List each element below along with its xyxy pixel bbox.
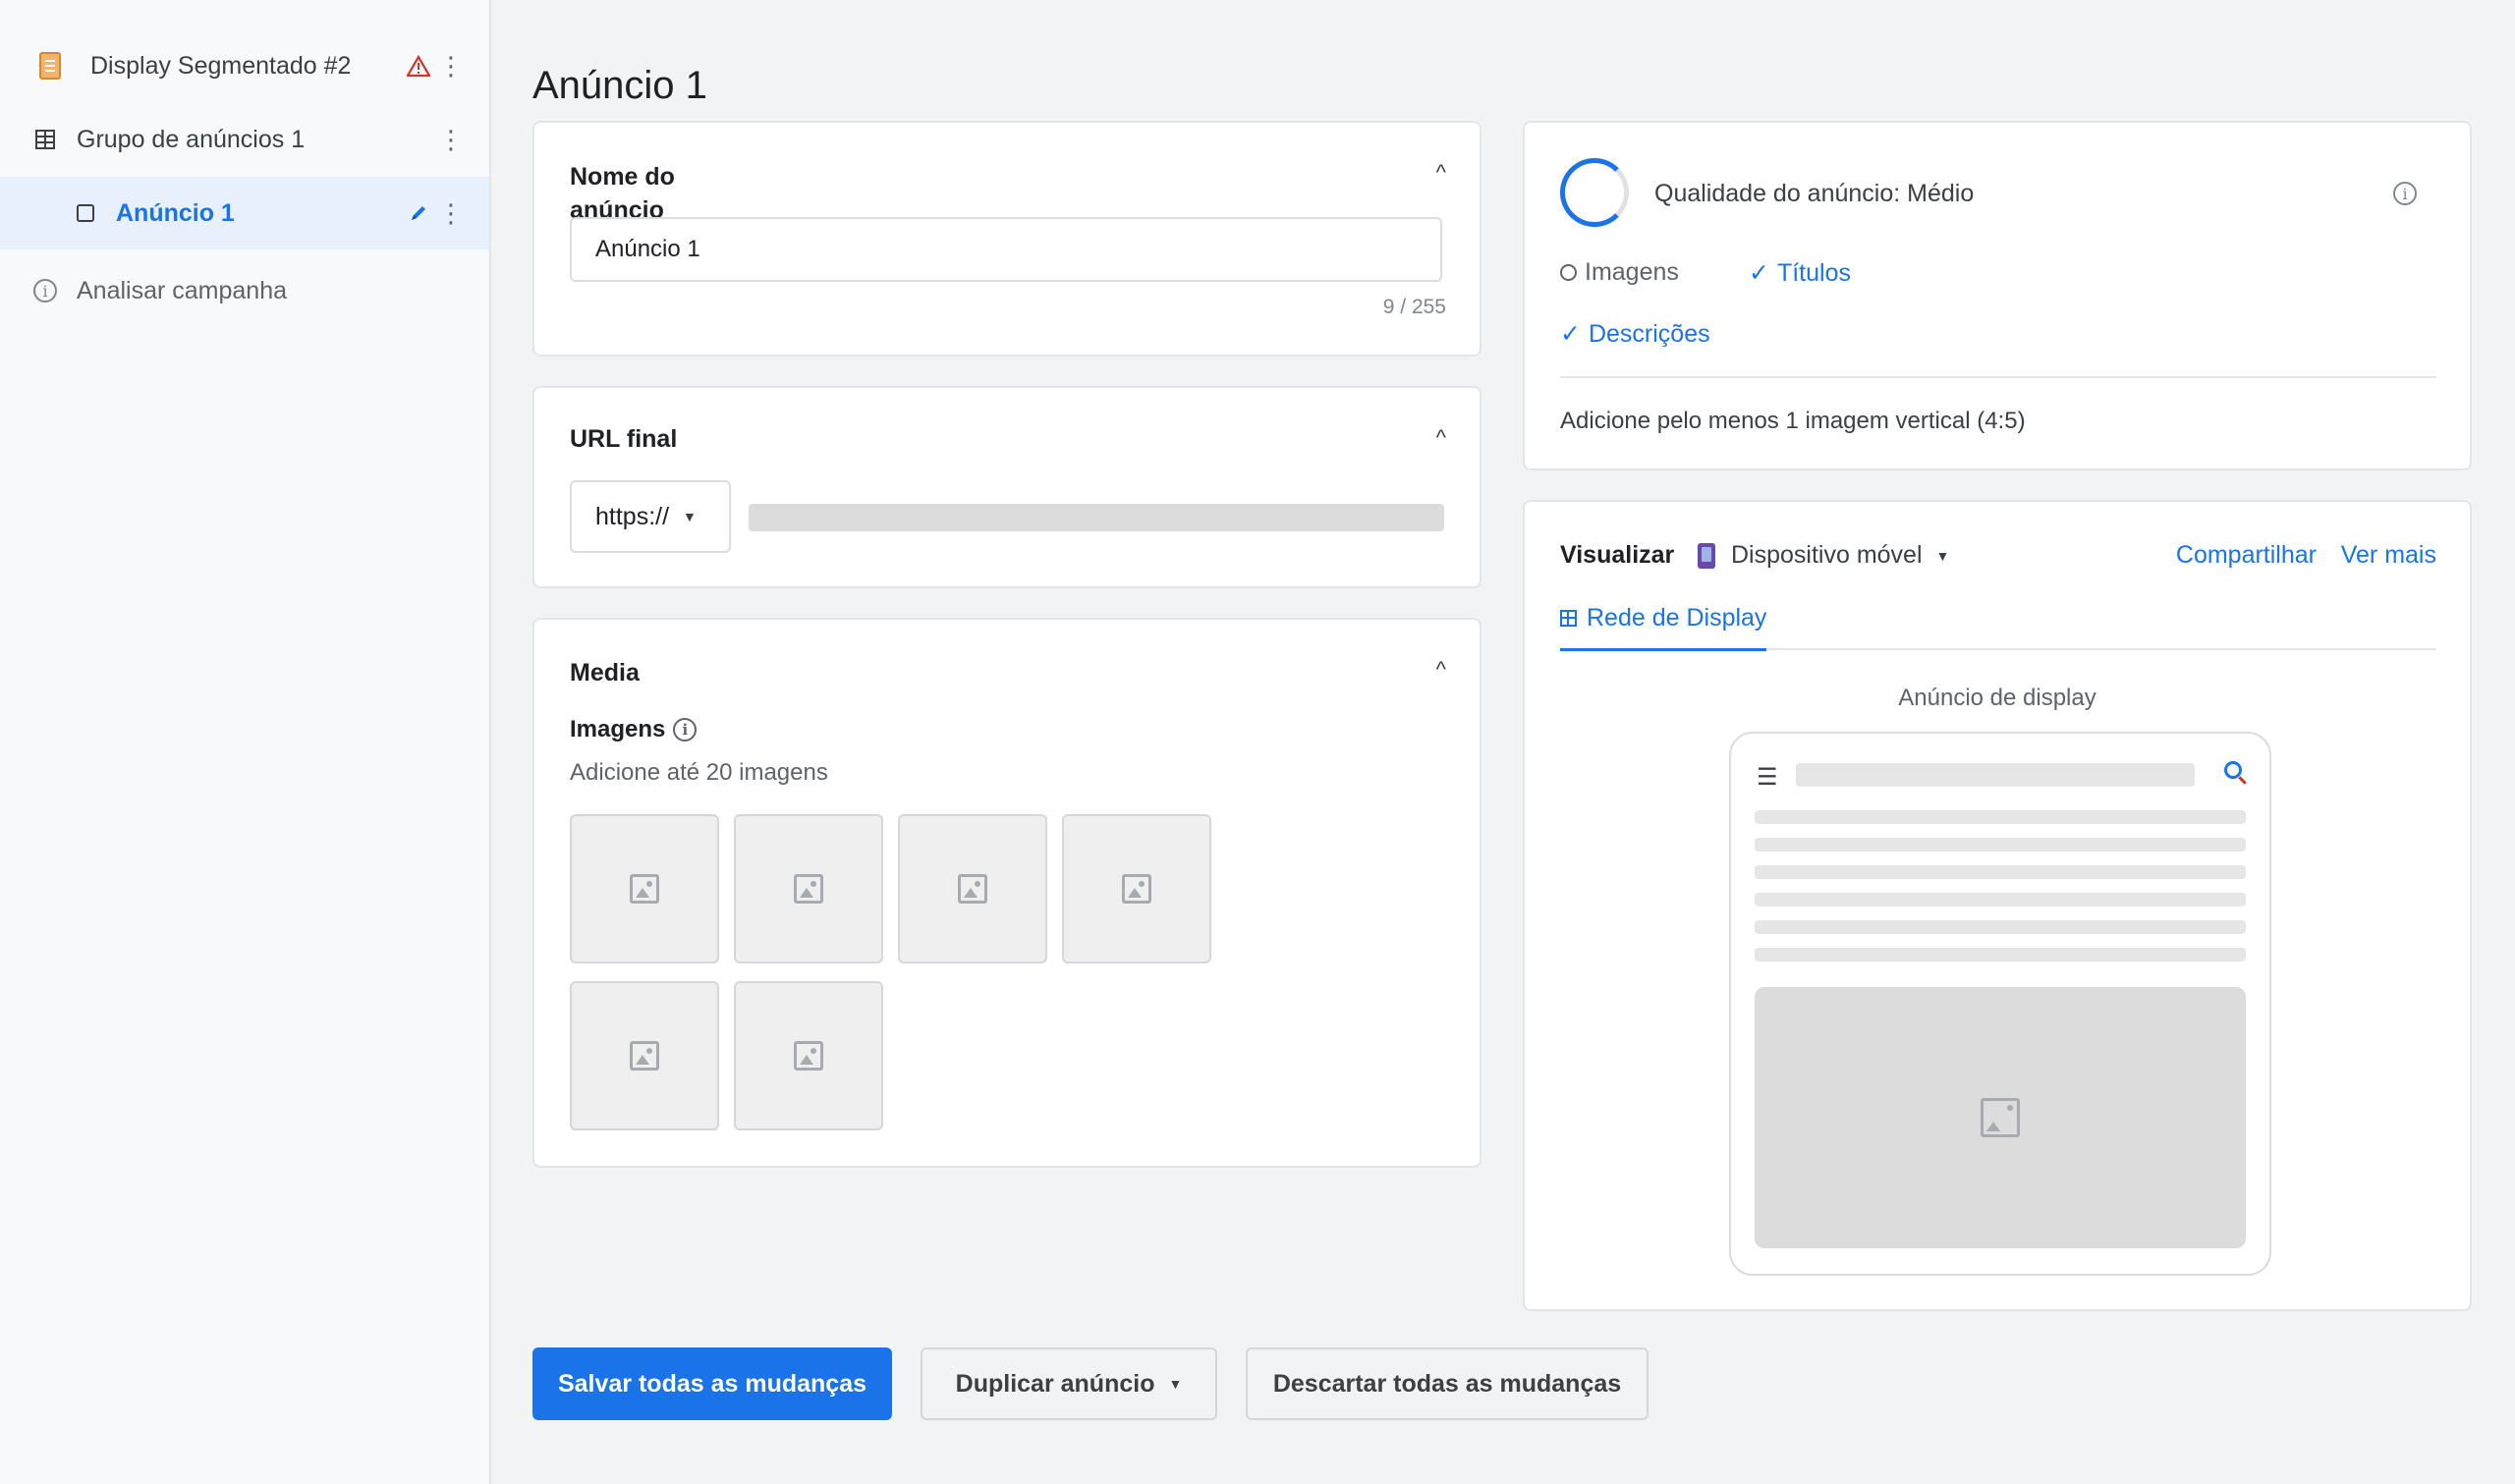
collapse-icon[interactable]: ^: [1436, 657, 1446, 683]
images-label-text: Imagens: [570, 716, 666, 742]
protocol-value: https://: [595, 502, 670, 530]
check-label: Imagens: [1585, 258, 1679, 286]
image-slot[interactable]: [734, 981, 883, 1130]
caret-down-icon: ▼: [1168, 1376, 1183, 1392]
image-placeholder-icon: [1981, 1098, 2020, 1137]
tab-display-network[interactable]: Rede de Display: [1560, 604, 1767, 651]
caret-down-icon: ▼: [683, 509, 697, 524]
hamburger-menu-icon: ☰: [1757, 764, 1778, 791]
images-hint: Adicione até 20 imagens: [570, 759, 828, 786]
tab-label: Rede de Display: [1587, 604, 1767, 632]
image-placeholder-icon: [794, 874, 823, 904]
quality-check-titles: ✓ Títulos: [1749, 258, 1851, 288]
final-url-card: URL final ^ https:// ▼: [532, 386, 1481, 588]
duplicate-ad-button[interactable]: Duplicar anúncio ▼: [921, 1347, 1217, 1420]
image-placeholder-icon: [958, 874, 987, 904]
quality-progress-ring: [1560, 158, 1629, 227]
checkmark-icon: ✓: [1560, 320, 1581, 348]
image-slot[interactable]: [1062, 814, 1211, 963]
mock-ad-image: [1755, 987, 2246, 1248]
check-label: Títulos: [1776, 258, 1851, 287]
preview-card: Visualizar Dispositivo móvel ▼ Compartil…: [1523, 500, 2472, 1311]
grid-icon: [1560, 610, 1577, 627]
device-select[interactable]: Dispositivo móvel ▼: [1698, 541, 1949, 570]
ad-name-input[interactable]: Anúncio 1: [570, 217, 1442, 282]
circle-icon: [1560, 264, 1577, 281]
notepad-icon: [39, 52, 61, 80]
sidebar-item-label: Analisar campanha: [77, 276, 288, 304]
preview-label: Visualizar: [1560, 541, 1675, 569]
image-placeholder-icon: [1122, 874, 1151, 904]
device-label: Dispositivo móvel: [1731, 541, 1923, 569]
image-placeholder-icon: [630, 1041, 659, 1071]
card-title: URL final: [570, 425, 678, 453]
phone-mockup: ☰: [1729, 732, 2271, 1276]
sidebar: Display Segmentado #2 ⋮ Grupo de anúncio…: [0, 0, 491, 1484]
share-link[interactable]: Compartilhar: [2176, 541, 2317, 570]
mock-text-line: [1755, 893, 2246, 907]
button-label: Duplicar anúncio: [955, 1369, 1155, 1398]
info-icon[interactable]: i: [2393, 182, 2417, 205]
mock-search-bar: [1796, 763, 2195, 787]
see-more-link[interactable]: Ver mais: [2341, 541, 2436, 570]
preview-caption: Anúncio de display: [1898, 685, 2096, 711]
square-icon: [77, 204, 94, 222]
grid-icon: [35, 130, 55, 149]
quality-title: Qualidade do anúncio: Médio: [1654, 180, 1975, 207]
mobile-phone-icon: [1698, 542, 1715, 569]
info-icon[interactable]: i: [673, 718, 698, 742]
images-label: Imagens i: [570, 716, 698, 743]
search-icon: [2224, 761, 2242, 779]
media-card: Media ^ Imagens i Adicione até 20 imagen…: [532, 618, 1481, 1168]
quality-check-descriptions: ✓ Descrições: [1560, 319, 1710, 349]
final-url-input[interactable]: [749, 504, 1444, 531]
sidebar-item-ad-group[interactable]: Grupo de anúncios 1 ⋮: [0, 103, 489, 176]
mock-text-line: [1755, 920, 2246, 934]
protocol-select[interactable]: https:// ▼: [570, 480, 731, 553]
sidebar-item-label: Anúncio 1: [116, 198, 235, 227]
mock-text-line: [1755, 865, 2246, 879]
quality-check-images: Imagens: [1560, 258, 1679, 287]
caret-down-icon: ▼: [1935, 547, 1950, 564]
sidebar-item-label: Grupo de anúncios 1: [77, 125, 306, 153]
check-label: Descrições: [1588, 319, 1710, 348]
more-options-icon[interactable]: ⋮: [438, 53, 464, 79]
image-slot[interactable]: [570, 814, 719, 963]
mock-text-line: [1755, 948, 2246, 962]
discard-all-button[interactable]: Descartar todas as mudanças: [1246, 1347, 1649, 1420]
save-all-button[interactable]: Salvar todas as mudanças: [532, 1347, 892, 1420]
warning-icon: [407, 55, 430, 77]
mock-text-line: [1755, 810, 2246, 824]
image-placeholder-icon: [794, 1041, 823, 1071]
collapse-icon[interactable]: ^: [1436, 425, 1446, 451]
mock-text-line: [1755, 838, 2246, 852]
sidebar-item-campaign[interactable]: Display Segmentado #2 ⋮: [0, 29, 489, 102]
divider: [1560, 376, 2436, 378]
collapse-icon[interactable]: ^: [1436, 160, 1446, 186]
ad-name-card: Nome do anúncio ^ Anúncio 1 9 / 255: [532, 121, 1481, 357]
card-title: Media: [570, 659, 640, 687]
sidebar-item-label: Display Segmentado #2: [90, 51, 352, 80]
image-placeholder-icon: [630, 874, 659, 904]
char-counter: 9 / 255: [1382, 296, 1446, 318]
ad-quality-card: Qualidade do anúncio: Médio i Imagens ✓ …: [1523, 121, 2472, 470]
image-slot[interactable]: [734, 814, 883, 963]
image-slot[interactable]: [570, 981, 719, 1130]
checkmark-icon: ✓: [1749, 259, 1769, 287]
sidebar-item-ad[interactable]: Anúncio 1 ⋮: [0, 177, 489, 249]
more-options-icon[interactable]: ⋮: [438, 200, 464, 226]
info-icon: i: [33, 279, 57, 302]
page-title: Anúncio 1: [532, 63, 707, 107]
more-options-icon[interactable]: ⋮: [438, 127, 464, 152]
sidebar-item-analyze[interactable]: i Analisar campanha: [0, 254, 489, 327]
pencil-icon[interactable]: [409, 203, 428, 223]
quality-message: Adicione pelo menos 1 imagem vertical (4…: [1560, 408, 2026, 434]
image-slot[interactable]: [898, 814, 1047, 963]
